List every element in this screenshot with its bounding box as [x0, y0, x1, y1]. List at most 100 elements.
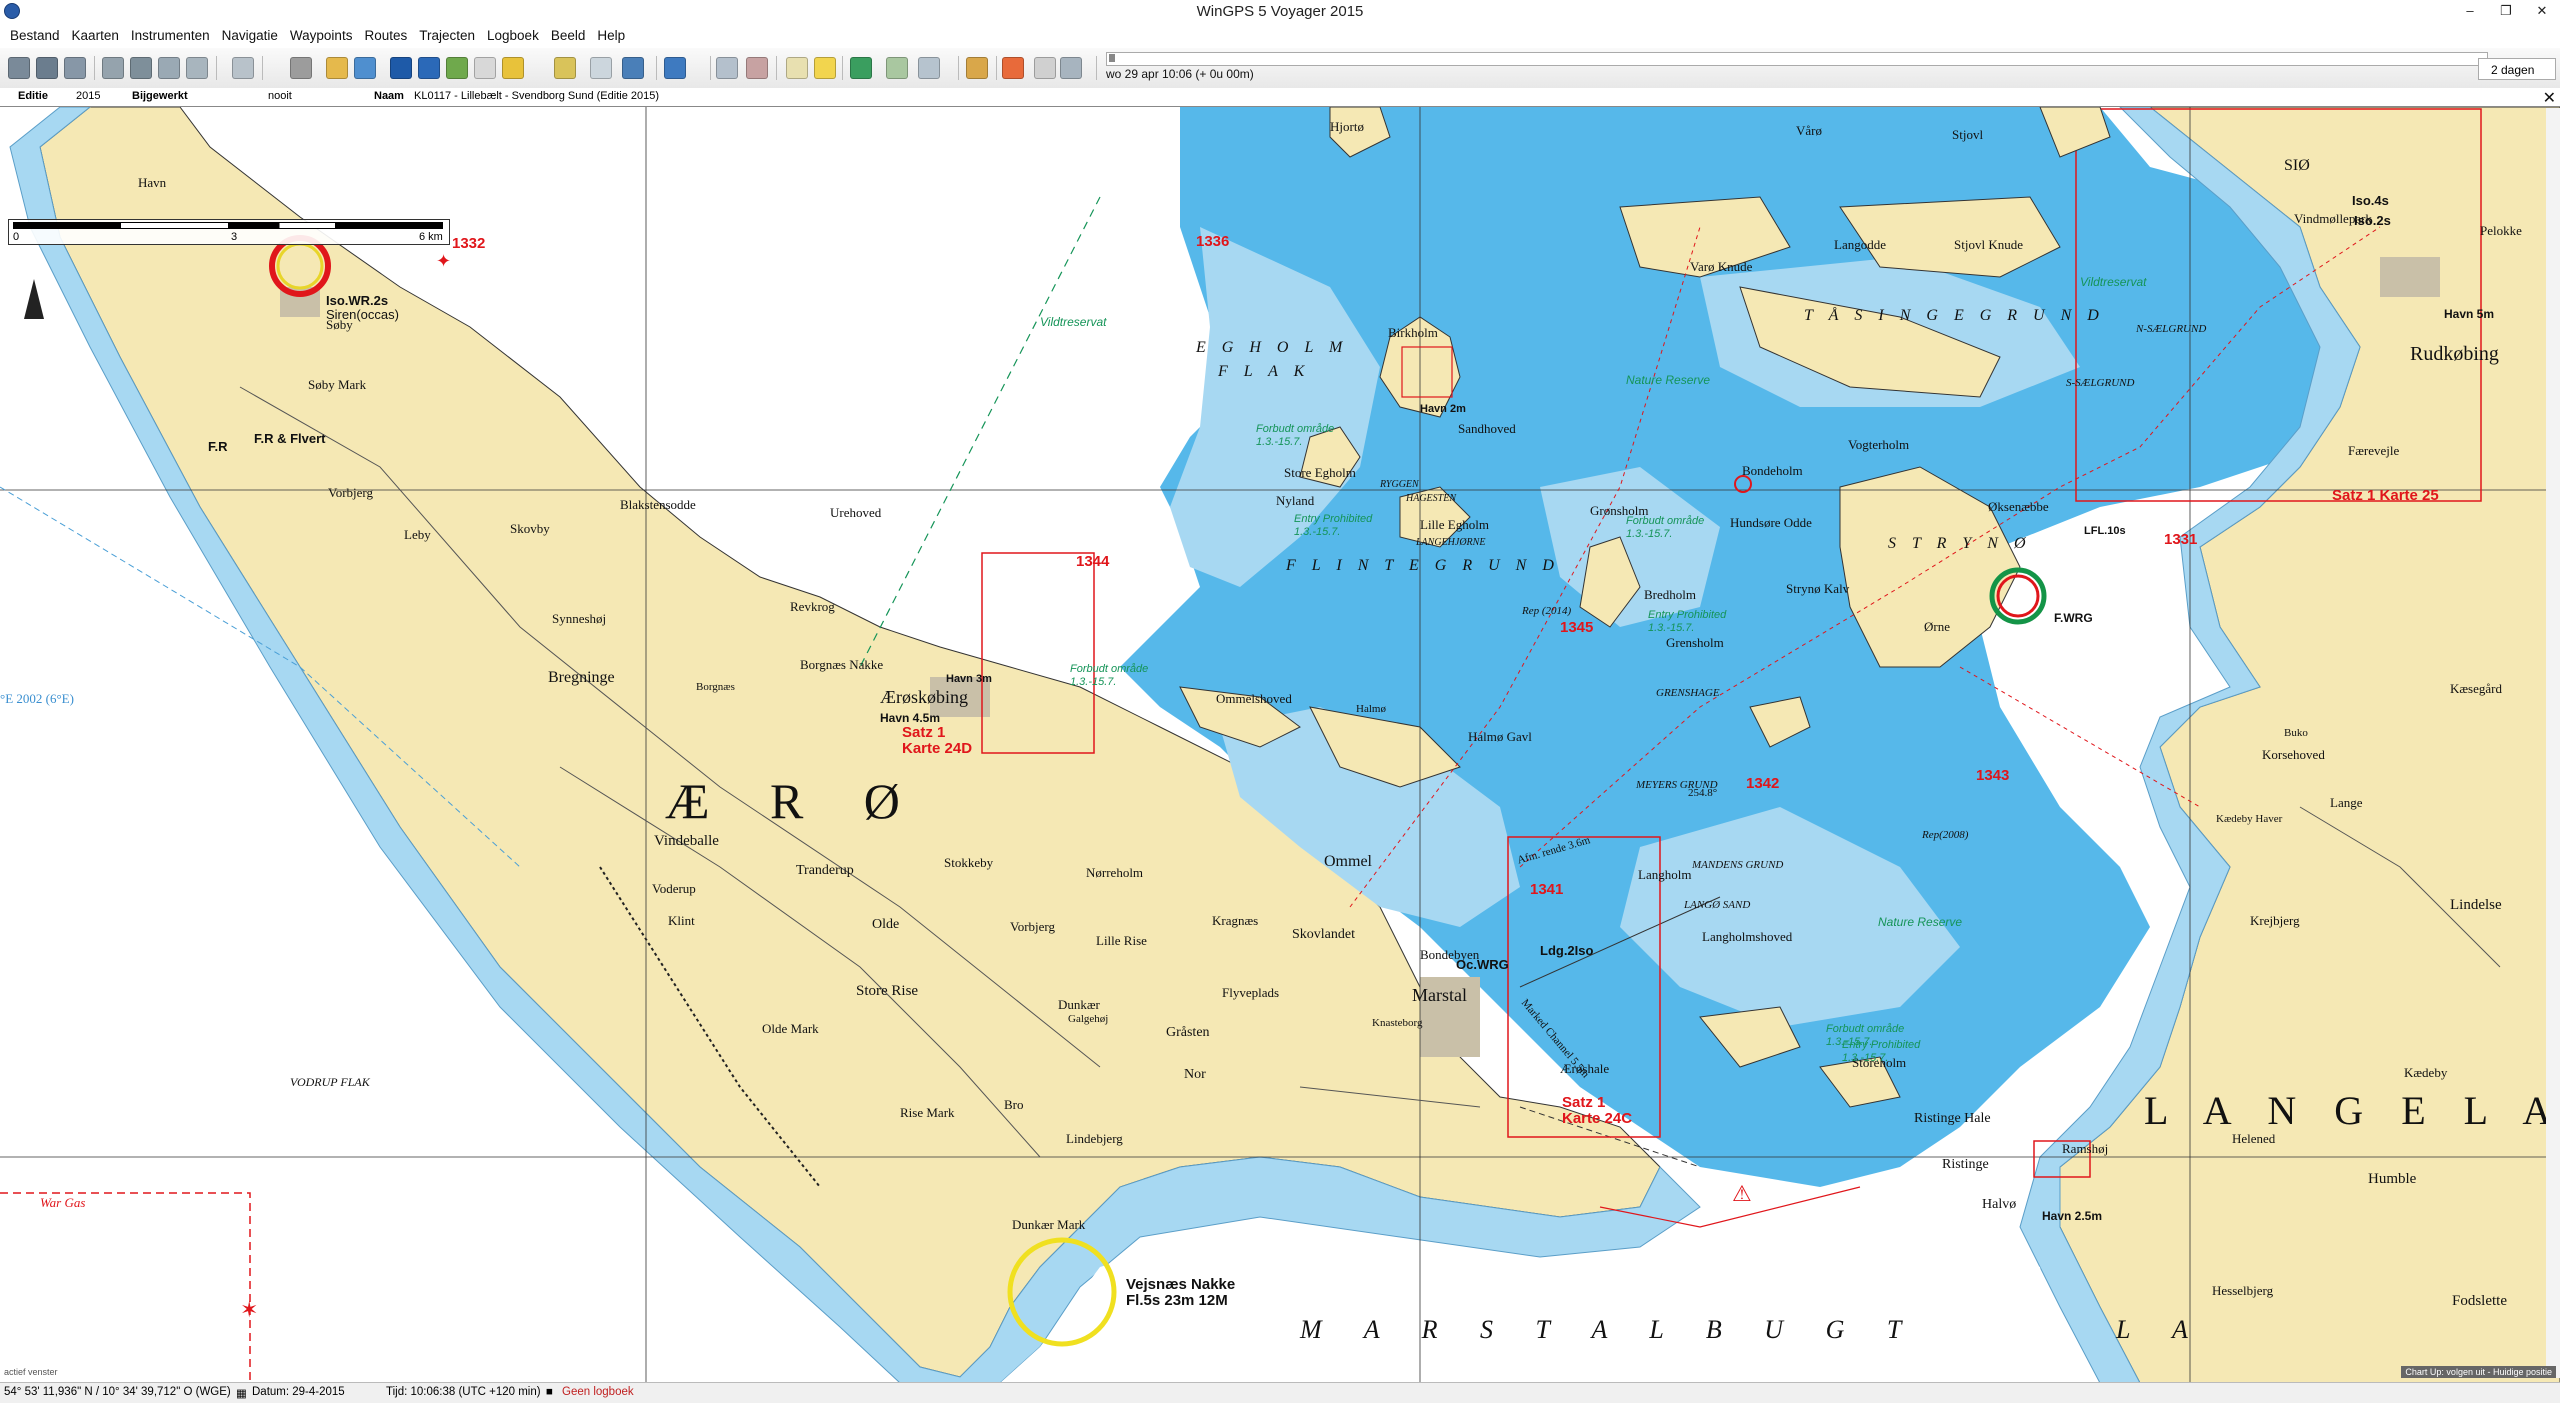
warning-icon[interactable]	[502, 57, 524, 79]
open-chart-icon[interactable]	[8, 57, 30, 79]
town-bro: Bro	[1004, 1097, 1024, 1112]
north-arrow-icon	[24, 279, 44, 319]
town-sandhoved: Sandhoved	[1458, 421, 1516, 436]
ref-1332[interactable]: 1332	[452, 235, 485, 252]
menu-routes[interactable]: Routes	[358, 28, 413, 43]
menu-bar: Bestand Kaarten Instrumenten Navigatie W…	[0, 22, 2560, 48]
menu-trajecten[interactable]: Trajecten	[413, 28, 481, 43]
chart-ref-24d[interactable]: Satz 1 Karte 24D	[902, 725, 972, 757]
chart-ref-24c[interactable]: Satz 1 Karte 24C	[1562, 1095, 1632, 1127]
town-vindeballe: Vindeballe	[654, 833, 719, 849]
anchor-alarm-icon[interactable]	[554, 57, 576, 79]
editie-value: 2015	[76, 90, 101, 102]
night-mode-icon[interactable]	[814, 57, 836, 79]
chart-ref-25[interactable]: Satz 1 Karte 25	[2332, 487, 2439, 504]
menu-instrumenten[interactable]: Instrumenten	[125, 28, 216, 43]
menu-navigatie[interactable]: Navigatie	[216, 28, 284, 43]
ref-1341[interactable]: 1341	[1530, 881, 1563, 898]
la-label: L A	[2116, 1315, 2206, 1344]
timer-icon[interactable]	[1034, 57, 1056, 79]
light-havn-5m: Havn 5m	[2444, 307, 2495, 321]
help-icon[interactable]	[622, 57, 644, 79]
ref-1342[interactable]: 1342	[1746, 775, 1779, 792]
reference-marker-icon[interactable]: ✦	[436, 251, 451, 272]
zone-ryggen: RYGGEN	[1380, 479, 1419, 490]
replay-icon[interactable]	[1060, 57, 1082, 79]
town-havn: Havn	[138, 175, 167, 190]
measure-icon[interactable]	[102, 57, 124, 79]
day-mode-icon[interactable]	[786, 57, 808, 79]
town-aeroskobing: Ærøskøbing	[880, 687, 969, 707]
move-icon[interactable]	[664, 57, 686, 79]
restore-button[interactable]: ❐	[2488, 0, 2524, 22]
nautical-chart[interactable]: 0 3 6 km Æ R Ø L A N G E L A N D M A R S…	[0, 106, 2560, 1383]
island-langeland-label: L A N G E L A N D	[2144, 1088, 2560, 1133]
status-logbook[interactable]: Geen logboek	[562, 1386, 634, 1398]
zone-entry-prohibited-4: Entry Prohibited 1.3.-15.7.	[1842, 1039, 1921, 1064]
globe-icon[interactable]	[290, 57, 312, 79]
naam-value: KL0117 - Lillebælt - Svendborg Sund (Edi…	[414, 90, 660, 102]
town-stjovl-knude: Stjovl Knude	[1954, 237, 2023, 252]
light-fr-soby: F.R	[208, 439, 228, 454]
clock-icon[interactable]	[1002, 57, 1024, 79]
town-langodde: Langodde	[1834, 237, 1886, 252]
zoom-icon[interactable]	[590, 57, 612, 79]
ref-1336[interactable]: 1336	[1196, 233, 1229, 250]
chart-close-icon[interactable]: ✕	[2543, 88, 2556, 108]
menu-kaarten[interactable]: Kaarten	[66, 28, 125, 43]
town-bredholm: Bredholm	[1644, 587, 1696, 602]
zone-entry-prohibited-2: Entry Prohibited 1.3.-15.7.	[1648, 609, 1727, 634]
edition-bar: Editie 2015 Bijgewerkt nooit Naam KL0117…	[0, 88, 2560, 107]
settings-icon[interactable]	[326, 57, 348, 79]
zoom-out-icon[interactable]	[746, 57, 768, 79]
menu-waypoints[interactable]: Waypoints	[284, 28, 359, 43]
town-dunkaer-mark: Dunkær Mark	[1012, 1217, 1086, 1232]
ref-1331[interactable]: 1331	[2164, 531, 2197, 548]
menu-logboek[interactable]: Logboek	[481, 28, 545, 43]
town-nyland: Nyland	[1276, 493, 1315, 508]
time-slider[interactable]	[1106, 52, 2488, 66]
menu-bestand[interactable]: Bestand	[4, 28, 66, 43]
town-hjorto: Hjortø	[1330, 119, 1364, 134]
menu-help[interactable]: Help	[591, 28, 631, 43]
close-button[interactable]: ✕	[2524, 0, 2560, 22]
gps-icon[interactable]	[354, 57, 376, 79]
danger-icon[interactable]: ✶	[240, 1297, 258, 1323]
town-lange: Lange	[2330, 795, 2363, 810]
menu-beeld[interactable]: Beeld	[545, 28, 592, 43]
period-select[interactable]: 2 dagen	[2478, 58, 2556, 80]
chart-info-icon[interactable]	[64, 57, 86, 79]
vertical-scrollbar[interactable]	[2546, 108, 2560, 1378]
town-grasten: Gråsten	[1166, 1025, 1210, 1040]
zoom-in-icon[interactable]	[716, 57, 738, 79]
route-icon[interactable]	[130, 57, 152, 79]
wreck-icon[interactable]: ⚠	[1732, 1181, 1752, 1207]
course-up-icon[interactable]	[418, 57, 440, 79]
print-icon[interactable]	[232, 57, 254, 79]
light-havn-25m: Havn 2.5m	[2042, 1209, 2103, 1223]
minimize-button[interactable]: –	[2452, 0, 2488, 22]
graph-icon[interactable]	[886, 57, 908, 79]
town-hundsore-odde: Hundsøre Odde	[1730, 515, 1812, 530]
zone-nature-reserve-2: Nature Reserve	[1878, 915, 1963, 929]
bijgewerkt-label: Bijgewerkt	[132, 90, 188, 102]
ref-1344[interactable]: 1344	[1076, 553, 1109, 570]
light-vejsnaes: Vejsnæs Nakke Fl.5s 23m 12M	[1126, 1276, 1236, 1309]
waypoint-marker-icon[interactable]	[1734, 475, 1752, 493]
waypoint-icon[interactable]	[850, 57, 872, 79]
tide-icon[interactable]	[186, 57, 208, 79]
zone-langehjorne: LANGEHJØRNE	[1416, 537, 1486, 548]
windows-icon[interactable]	[918, 57, 940, 79]
town-nor: Nor	[1184, 1067, 1206, 1082]
chart-set-icon[interactable]	[36, 57, 58, 79]
ref-1345[interactable]: 1345	[1560, 619, 1593, 636]
north-up-icon[interactable]	[390, 57, 412, 79]
status-position: 54° 53' 11,936" N / 10° 34' 39,712" O (W…	[4, 1386, 231, 1398]
layers-icon[interactable]	[446, 57, 468, 79]
ref-1343[interactable]: 1343	[1976, 767, 2009, 784]
ais-icon[interactable]	[474, 57, 496, 79]
track-icon[interactable]	[158, 57, 180, 79]
time-slider-thumb[interactable]	[1109, 54, 1115, 62]
book-icon[interactable]	[966, 57, 988, 79]
town-rise-mark: Rise Mark	[900, 1105, 955, 1120]
